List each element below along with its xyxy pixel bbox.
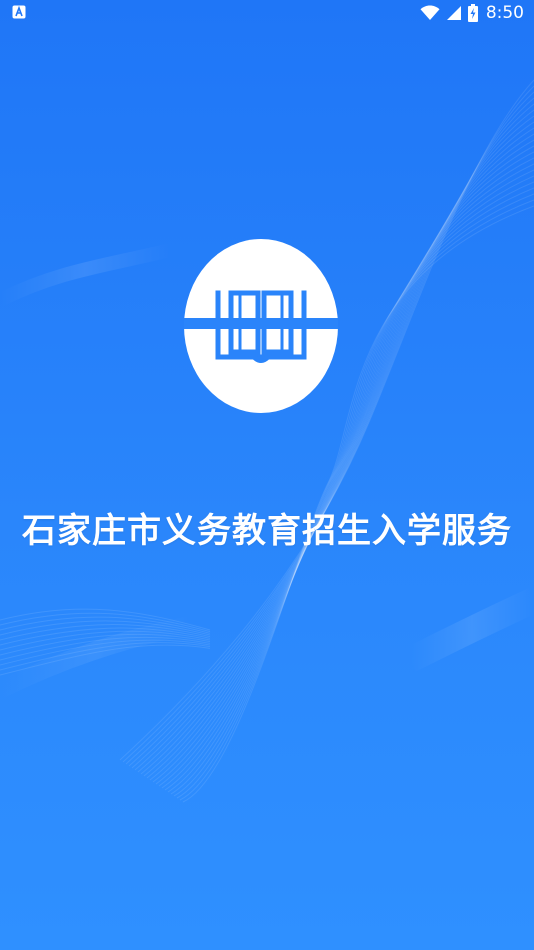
background-wave-decoration <box>0 79 534 803</box>
a-box-icon <box>12 5 26 19</box>
status-bar: 8:50 <box>0 0 534 26</box>
status-icons: 8:50 <box>420 3 524 23</box>
battery-charging-icon <box>467 4 478 22</box>
status-time: 8:50 <box>485 3 524 23</box>
wifi-icon <box>420 5 440 20</box>
app-title: 石家庄市义务教育招生入学服务 <box>22 511 512 551</box>
app-logo <box>184 239 338 413</box>
cell-signal-icon <box>446 6 461 20</box>
